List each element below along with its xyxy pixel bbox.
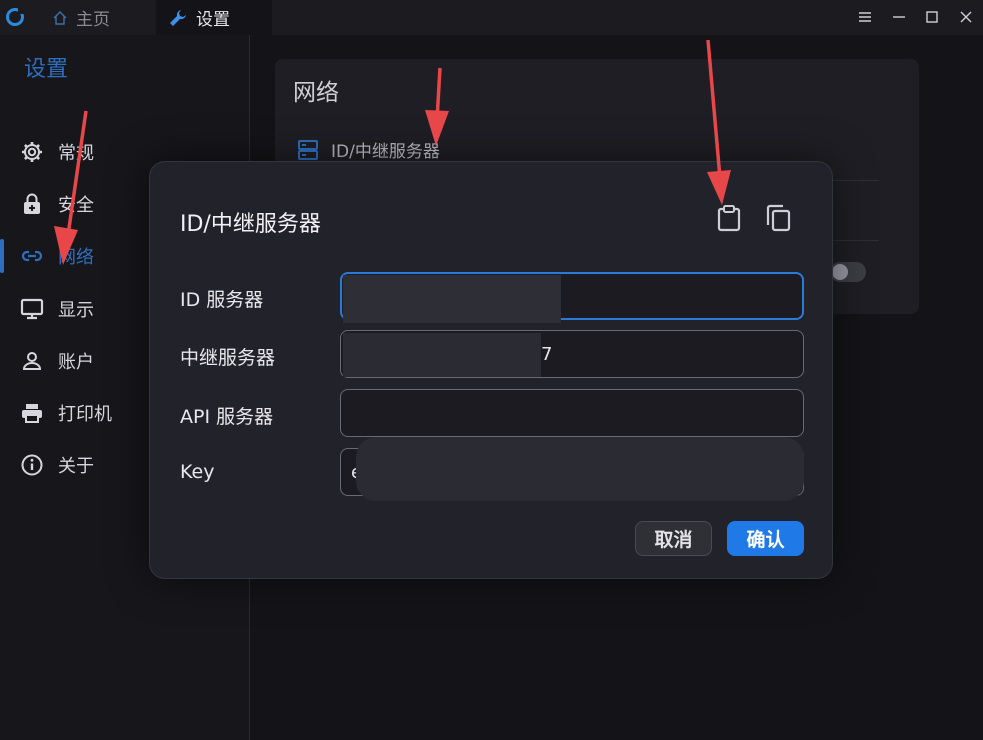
annotation-arrow-3 xyxy=(706,39,731,205)
annotation-arrow-1 xyxy=(54,110,88,265)
annotation-overlay xyxy=(54,39,731,265)
annotation-arrow-2 xyxy=(425,67,449,146)
